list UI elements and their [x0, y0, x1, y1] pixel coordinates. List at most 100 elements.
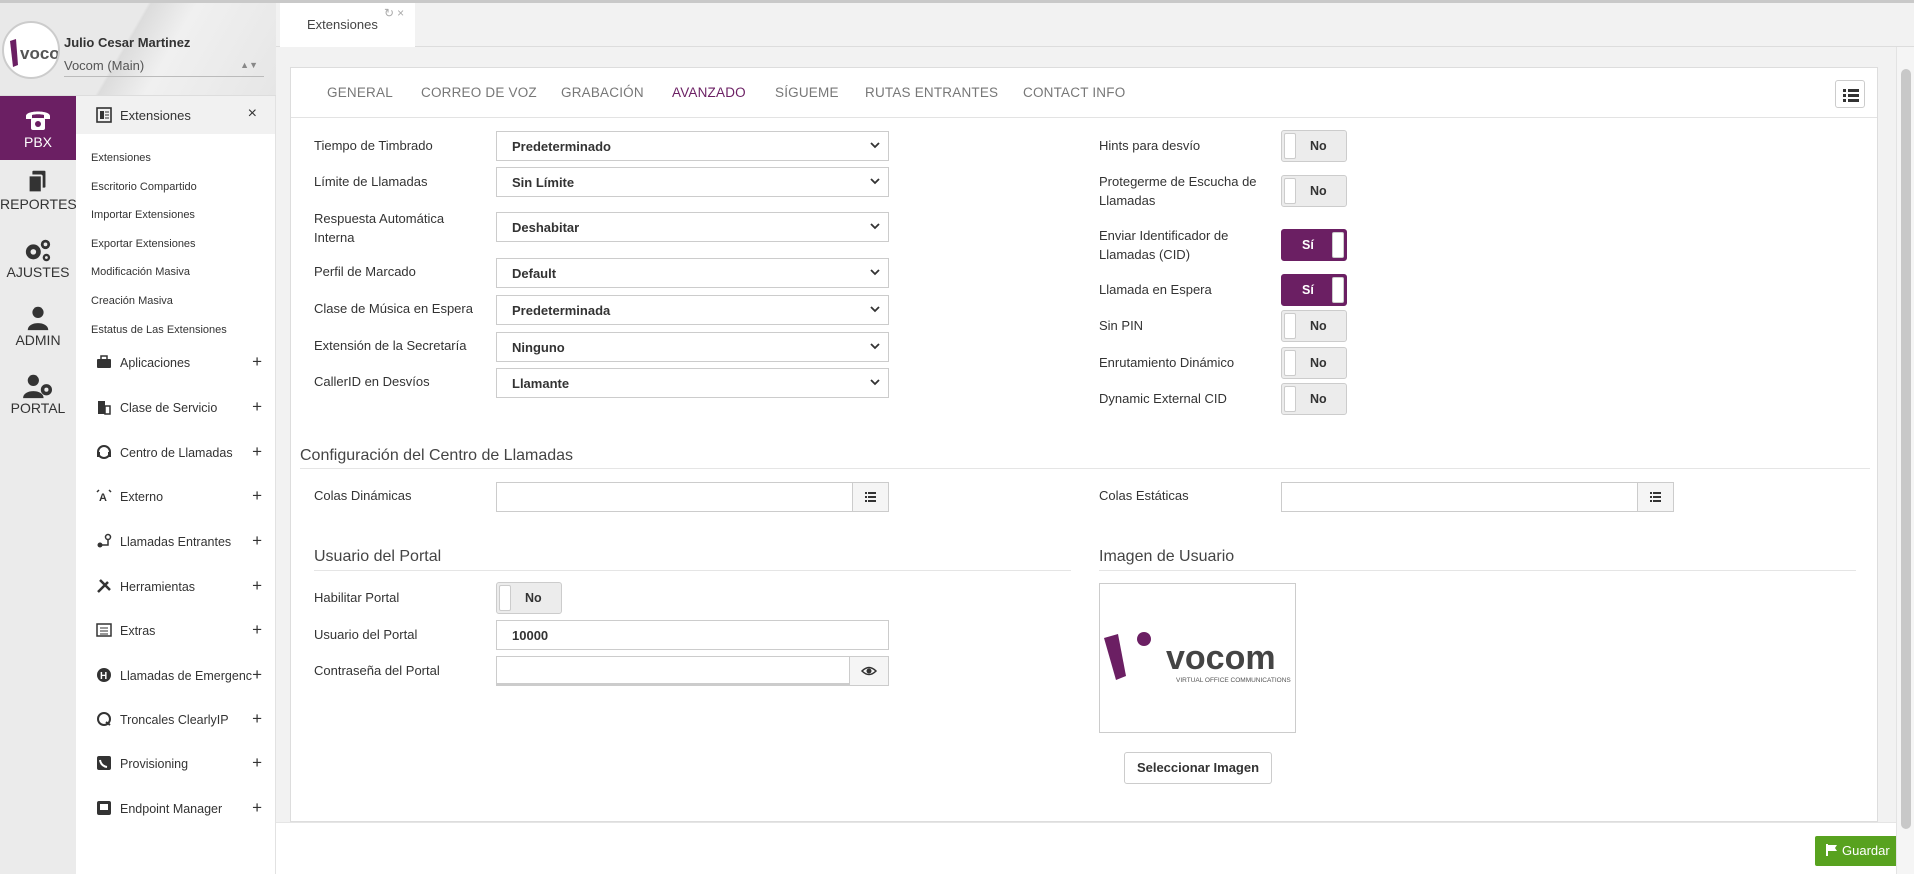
- label-contrasena-portal: Contraseña del Portal: [314, 663, 440, 678]
- callcenter-section-title: Configuración del Centro de Llamadas: [300, 447, 574, 464]
- section-tabs: GENERAL CORREO DE VOZ GRABACIÓN AVANZADO…: [291, 68, 1877, 118]
- close-icon[interactable]: ×: [397, 6, 407, 20]
- phone-icon: [26, 111, 50, 130]
- select-value: Sin Límite: [512, 175, 575, 190]
- user-gear-icon: [23, 374, 52, 399]
- submenu-section-extras[interactable]: Extras +: [76, 616, 276, 646]
- section-label: Aplicaciones: [120, 356, 191, 370]
- tab-avanzado[interactable]: AVANZADO: [672, 85, 746, 100]
- submenu-header[interactable]: Extensiones ×: [76, 96, 275, 134]
- toggle-habilitar-portal[interactable]: No: [496, 582, 562, 614]
- submenu-section-endpoint[interactable]: Endpoint Manager +: [76, 794, 276, 824]
- select-value: Deshabitar: [512, 220, 580, 235]
- select-image-button[interactable]: Seleccionar Imagen: [1124, 752, 1272, 784]
- portal-section-title: Usuario del Portal: [314, 548, 442, 565]
- colas-estaticas-list-button[interactable]: [1637, 482, 1674, 512]
- rail-label-portal: PORTAL: [10, 400, 66, 416]
- submenu-section-provisioning[interactable]: Provisioning +: [76, 749, 276, 779]
- tab-rutas-entrantes[interactable]: RUTAS ENTRANTES: [865, 85, 998, 100]
- select-callerid-desvios[interactable]: Llamante: [496, 368, 889, 398]
- toggle-llamada-espera[interactable]: Sí: [1281, 274, 1347, 306]
- close-icon[interactable]: ×: [248, 105, 257, 123]
- toggle-hints-desvio[interactable]: No: [1281, 130, 1347, 162]
- submenu-section-externo[interactable]: A Externo +: [76, 482, 276, 512]
- submenu-link-exportar[interactable]: Exportar Extensiones: [91, 238, 196, 250]
- rail-item-reportes[interactable]: REPORTES: [0, 168, 77, 228]
- gears-icon: [25, 239, 51, 262]
- submenu-section-centro[interactable]: Centro de Llamadas +: [76, 438, 276, 468]
- submenu-link-escritorio[interactable]: Escritorio Compartido: [91, 181, 197, 193]
- submenu-section-troncales[interactable]: Troncales ClearlyIP +: [76, 705, 276, 735]
- toggle-enviar-cid[interactable]: Sí: [1281, 229, 1347, 261]
- rail-item-portal[interactable]: PORTAL: [0, 372, 76, 432]
- page-tab-label: Extensiones: [307, 17, 378, 32]
- section-label: Troncales ClearlyIP: [120, 713, 229, 727]
- label-musica-espera: Clase de Música en Espera: [314, 301, 473, 316]
- section-label: Provisioning: [120, 757, 189, 771]
- submenu-link-extensiones[interactable]: Extensiones: [91, 152, 151, 164]
- scrollbar-thumb[interactable]: [1901, 69, 1911, 829]
- colas-dinamicas-field[interactable]: [496, 482, 853, 512]
- toggle-value: No: [1310, 184, 1327, 198]
- show-password-button[interactable]: [849, 656, 889, 686]
- select-limite-llamadas[interactable]: Sin Límite: [496, 167, 889, 197]
- caret-down-icon: ▲▼: [240, 60, 258, 70]
- toggle-dynamic-external-cid[interactable]: No: [1281, 383, 1347, 415]
- submenu-link-modificacion[interactable]: Modificación Masiva: [91, 266, 190, 278]
- logo-wordmark: vocom: [1166, 639, 1276, 677]
- rail-item-ajustes[interactable]: AJUSTES: [0, 236, 76, 296]
- toggle-knob: [1284, 133, 1296, 159]
- submenu-section-aplicaciones[interactable]: Aplicaciones +: [76, 348, 276, 378]
- colas-estaticas-field[interactable]: [1281, 482, 1638, 512]
- submenu-link-importar[interactable]: Importar Extensiones: [91, 209, 195, 221]
- list-view-button[interactable]: [1835, 80, 1865, 108]
- tab-grabacion[interactable]: GRABACIÓN: [561, 85, 644, 100]
- refresh-icon[interactable]: ↻: [384, 6, 397, 20]
- select-musica-espera[interactable]: Predeterminada: [496, 295, 889, 325]
- colas-dinamicas-list-button[interactable]: [852, 482, 889, 512]
- submenu-link-creacion[interactable]: Creación Masiva: [91, 295, 173, 307]
- select-perfil-marcado[interactable]: Default: [496, 258, 889, 288]
- page-tab-extensiones[interactable]: Extensiones ↻×: [280, 3, 415, 47]
- rail-label-admin: ADMIN: [15, 332, 61, 348]
- rail-item-pbx[interactable]: PBX: [0, 96, 76, 160]
- rail-item-admin[interactable]: ADMIN: [0, 304, 76, 364]
- contrasena-portal-input[interactable]: [496, 656, 850, 686]
- select-respuesta-automatica[interactable]: Deshabitar: [496, 212, 889, 242]
- tab-correo-de-voz[interactable]: CORREO DE VOZ: [421, 85, 537, 100]
- avatar-logo-text: vocom: [20, 44, 60, 63]
- submenu-section-herramientas[interactable]: Herramientas +: [76, 572, 276, 602]
- toggle-sin-pin[interactable]: No: [1281, 310, 1347, 342]
- chevron-down-icon: [870, 379, 880, 386]
- tab-general[interactable]: GENERAL: [327, 85, 393, 100]
- select-tiempo-timbrado[interactable]: Predeterminado: [496, 131, 889, 161]
- toggle-proteger-escucha[interactable]: No: [1281, 175, 1347, 207]
- select-value: Default: [512, 266, 557, 281]
- list-icon: [1650, 492, 1661, 502]
- submenu-section-entrantes[interactable]: Llamadas Entrantes +: [76, 527, 276, 557]
- tab-contact-info[interactable]: CONTACT INFO: [1023, 85, 1125, 100]
- chevron-down-icon: [870, 142, 880, 149]
- submenu-link-estatus[interactable]: Estatus de Las Extensiones: [91, 324, 227, 336]
- toggle-knob: [1332, 277, 1344, 303]
- submenu-section-clase[interactable]: Clase de Servicio +: [76, 393, 276, 423]
- scrollbar[interactable]: [1896, 47, 1914, 874]
- org-selector[interactable]: Vocom (Main) ▲▼: [64, 58, 264, 77]
- usuario-portal-input[interactable]: 10000: [496, 620, 889, 650]
- avatar[interactable]: vocom: [2, 21, 60, 79]
- toggle-enrutamiento-dinamico[interactable]: No: [1281, 347, 1347, 379]
- logo-tagline: VIRTUAL OFFICE COMMUNICATIONS: [1176, 677, 1291, 684]
- label-secretaria: Extensión de la Secretaría: [314, 338, 467, 353]
- toggle-value: No: [1310, 356, 1327, 370]
- save-button[interactable]: Guardar: [1815, 836, 1901, 866]
- rail-label-ajustes: AJUSTES: [6, 264, 70, 280]
- submenu-section-emergencia[interactable]: H Llamadas de Emergencia +: [76, 661, 276, 691]
- select-secretaria[interactable]: Ninguno: [496, 332, 889, 362]
- user-name: Julio Cesar Martinez: [64, 35, 191, 50]
- divider: [1099, 570, 1856, 571]
- page-tabstrip: [276, 3, 1914, 47]
- section-label: Externo: [120, 490, 164, 504]
- tab-sigueme[interactable]: SÍGUEME: [775, 85, 839, 100]
- user-admin-icon: [27, 306, 49, 331]
- rail-label-pbx: PBX: [23, 134, 52, 150]
